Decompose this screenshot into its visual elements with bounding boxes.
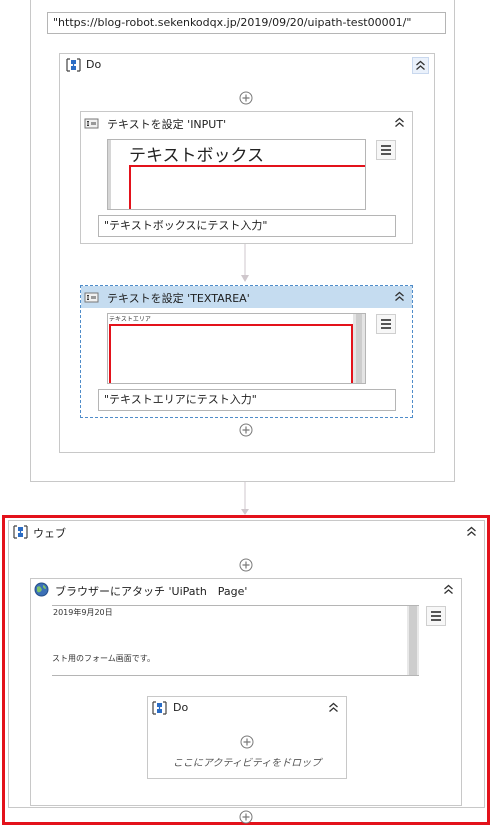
collapse-button[interactable] (441, 582, 456, 597)
web-sequence-title: ウェブ (33, 527, 66, 540)
add-activity-icon[interactable] (239, 810, 253, 824)
preview-heading: テキストボックス (129, 146, 264, 166)
double-chevron-up-icon (395, 117, 404, 127)
set-text-icon (84, 292, 99, 303)
collapse-button[interactable] (392, 289, 407, 304)
double-chevron-up-icon (395, 291, 404, 301)
attach-browser-header[interactable]: ブラウザーにアタッチ 'UiPath Page' (31, 579, 461, 601)
preview-description: スト用のフォーム画面です。 (52, 654, 155, 663)
browser-page-preview: 2019年9月20日 スト用のフォーム画面です。 (52, 605, 419, 676)
add-activity-icon[interactable] (240, 735, 254, 749)
do-sequence-title: Do (86, 58, 102, 71)
attach-browser-title: ブラウザーにアタッチ 'UiPath Page' (55, 585, 248, 598)
hamburger-menu-button[interactable] (426, 606, 446, 626)
set-text-textarea-title: テキストを設定 'TEXTAREA' (107, 292, 250, 305)
flow-connector-arrow (241, 244, 249, 282)
preview-scrollbar (353, 314, 365, 383)
url-field[interactable]: "https://blog-robot.sekenkodqx.jp/2019/0… (47, 12, 446, 34)
drop-activity-hint[interactable]: ここにアクティビティをドロップ (148, 754, 346, 769)
add-activity-icon[interactable] (239, 91, 253, 105)
set-text-input-header[interactable]: テキストを設定 'INPUT' (81, 112, 412, 134)
flow-connector-arrow (241, 482, 249, 515)
double-chevron-up-icon (444, 584, 453, 594)
sequence-icon (66, 58, 81, 72)
double-chevron-up-icon (467, 526, 476, 536)
set-text-input-title: テキストを設定 'INPUT' (107, 118, 227, 131)
input-text-value-field[interactable]: "テキストボックスにテスト入力" (98, 215, 396, 237)
double-chevron-up-icon (416, 60, 425, 70)
double-chevron-up-icon (329, 702, 338, 712)
inner-do-header[interactable]: Do (148, 697, 346, 719)
web-sequence-header[interactable]: ウェブ (9, 521, 484, 543)
hamburger-menu-button[interactable] (376, 140, 396, 160)
collapse-button[interactable] (326, 700, 341, 715)
preview-scrollbar (407, 606, 419, 675)
preview-highlight-box (129, 165, 365, 209)
sequence-icon (13, 525, 28, 539)
collapse-button[interactable] (392, 115, 407, 130)
hamburger-menu-button[interactable] (376, 314, 396, 334)
textarea-element-preview: テキストエリア (107, 313, 366, 384)
set-text-textarea-header[interactable]: テキストを設定 'TEXTAREA' (81, 286, 412, 308)
set-text-icon (84, 118, 99, 129)
inner-do-sequence[interactable]: Do ここにアクティビティをドロップ (147, 696, 347, 779)
inner-do-title: Do (173, 701, 189, 714)
do-sequence-header[interactable]: Do (60, 54, 434, 76)
preview-date: 2019年9月20日 (53, 608, 113, 617)
add-activity-icon[interactable] (239, 558, 253, 572)
globe-icon (34, 582, 49, 597)
collapse-button[interactable] (412, 57, 429, 74)
input-element-preview: テキストボックス (107, 139, 366, 210)
sequence-icon (152, 701, 167, 715)
collapse-button[interactable] (464, 524, 479, 539)
textarea-text-value-field[interactable]: "テキストエリアにテスト入力" (98, 389, 396, 411)
add-activity-icon[interactable] (239, 423, 253, 437)
preview-highlight-box (109, 324, 353, 383)
preview-left-edge (108, 140, 111, 209)
preview-label: テキストエリア (109, 316, 151, 323)
